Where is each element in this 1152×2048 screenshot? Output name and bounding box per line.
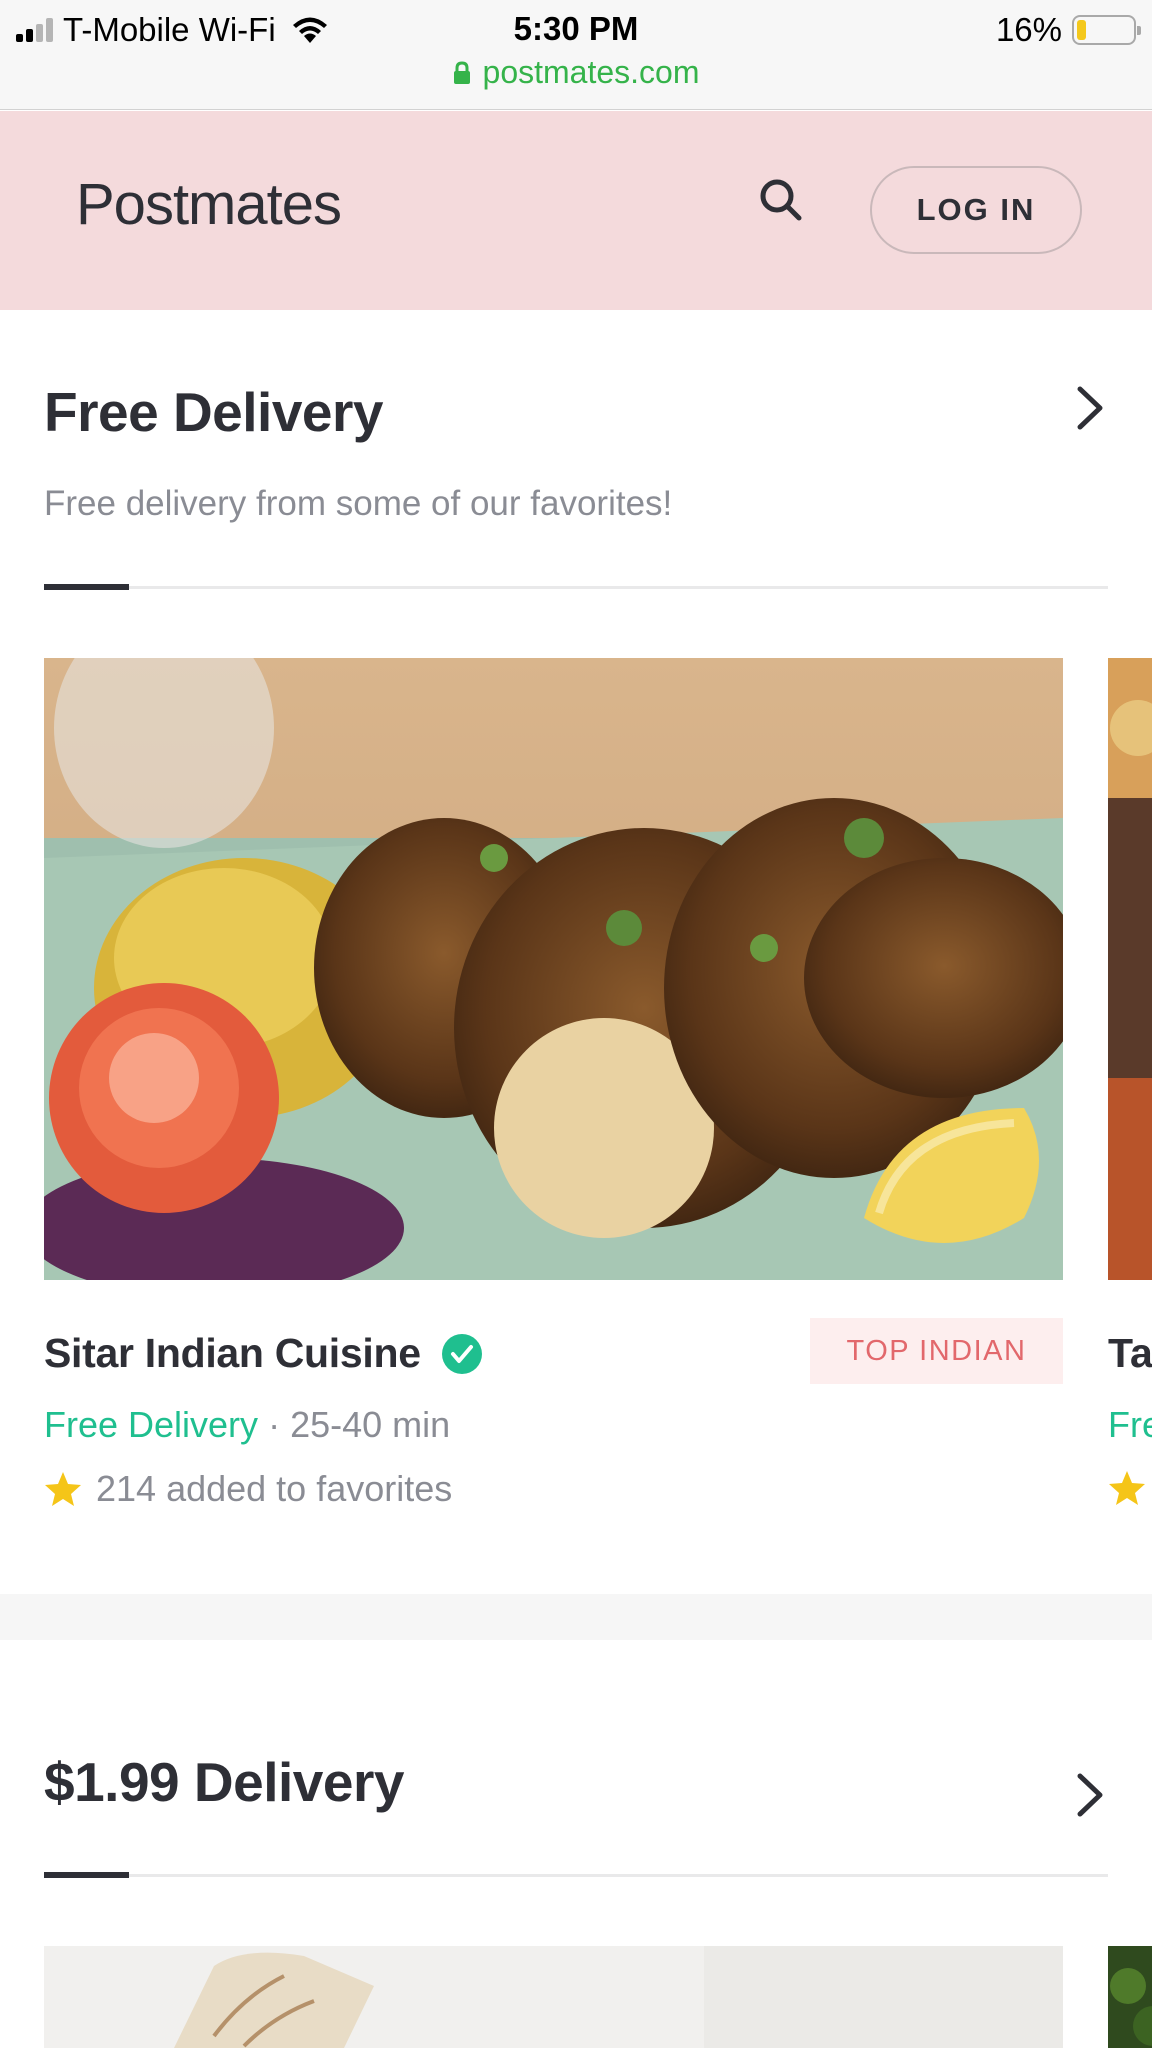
delivery-eta: 25-40 min xyxy=(290,1404,451,1445)
store-photo[interactable] xyxy=(44,1946,1063,2048)
store-photo[interactable] xyxy=(44,658,1063,1280)
next-store-photo[interactable] xyxy=(1108,1946,1152,2048)
login-button[interactable]: LOG IN xyxy=(870,166,1082,254)
carousel-scroll-indicator xyxy=(44,1872,1108,1878)
next-store-photo[interactable] xyxy=(1108,658,1152,1280)
food-image xyxy=(44,1946,1063,2048)
favorites-row: 214 added to favorites xyxy=(44,1468,452,1510)
lock-icon xyxy=(453,60,470,84)
brand-logo[interactable]: Postmates xyxy=(76,171,342,238)
chevron-right-icon[interactable] xyxy=(1072,385,1108,431)
carousel-scroll-indicator-fill xyxy=(44,584,130,590)
site-header: Postmates LOG IN xyxy=(0,111,1152,310)
section-divider xyxy=(0,1594,1152,1640)
delivery-fee: Free Delivery xyxy=(44,1404,259,1445)
battery-level-fill xyxy=(1077,20,1086,40)
verified-check-icon xyxy=(441,1333,482,1374)
category-tag: TOP INDIAN xyxy=(810,1318,1063,1384)
delivery-meta: Free Delivery · 25-40 min xyxy=(44,1404,450,1446)
url-text: postmates.com xyxy=(482,54,700,90)
status-time: 5:30 PM xyxy=(513,10,639,47)
ios-status-bar: T-Mobile Wi-Fi 5:30 PM 16% postmates.com xyxy=(0,0,1152,110)
carousel-scroll-indicator xyxy=(44,584,1108,590)
battery-percentage: 16% xyxy=(995,11,1062,48)
next-store-name[interactable]: Ta xyxy=(1108,1330,1152,1377)
food-image xyxy=(1108,1946,1152,2048)
next-store-delivery: Fre xyxy=(1108,1404,1152,1445)
food-image xyxy=(44,658,1063,1280)
meta-separator: · xyxy=(258,1404,291,1445)
section-subtitle: Free delivery from some of our favorites… xyxy=(44,484,673,523)
status-right: 16% xyxy=(995,10,1141,50)
carousel-scroll-indicator-fill xyxy=(44,1872,130,1878)
chevron-right-icon[interactable] xyxy=(1072,1772,1108,1818)
section-title[interactable]: $1.99 Delivery xyxy=(44,1750,404,1814)
battery-icon xyxy=(1072,15,1141,45)
store-name[interactable]: Sitar Indian Cuisine xyxy=(44,1330,421,1377)
star-icon xyxy=(1109,1471,1145,1505)
address-bar[interactable]: postmates.com xyxy=(0,54,1152,91)
section-title[interactable]: Free Delivery xyxy=(44,380,384,444)
search-icon[interactable] xyxy=(758,177,804,223)
star-icon xyxy=(45,1472,81,1506)
store-name-row[interactable]: Sitar Indian Cuisine xyxy=(44,1330,483,1377)
favorites-count: 214 added to favorites xyxy=(96,1468,453,1509)
food-image xyxy=(1108,658,1152,1280)
